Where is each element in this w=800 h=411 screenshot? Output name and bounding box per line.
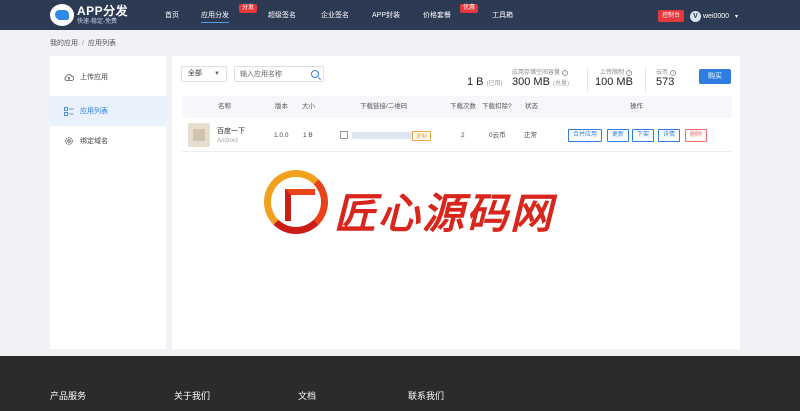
app-platform: Android — [217, 138, 238, 144]
storage-used: 1 B (已用) — [467, 76, 503, 88]
footer: 产品服务 关于我们 文档 联系我们 — [0, 356, 800, 411]
app-icon[interactable] — [188, 123, 210, 147]
gear-icon — [64, 136, 74, 146]
cloud-upload-icon — [64, 72, 74, 82]
footer-link-about[interactable]: 关于我们 — [174, 389, 210, 402]
app-name[interactable]: 百度一下 — [217, 127, 245, 136]
app-size: 1 B — [303, 132, 313, 139]
search-box — [234, 66, 324, 82]
chevron-down-icon: ▼ — [214, 71, 220, 77]
nav-super-sign[interactable]: 超级签名 — [268, 0, 296, 30]
status-badge: 正常 — [524, 132, 537, 139]
divider — [645, 68, 646, 92]
sidebar: 上传应用 应用列表 绑定域名 — [50, 56, 166, 349]
copy-button[interactable]: 复制 — [412, 131, 432, 141]
app-version: 1.0.0 — [274, 132, 289, 139]
nav-badge-distribution: 分发 — [239, 4, 258, 13]
upload-limit-value: 100 MB — [595, 76, 633, 88]
storage-label: 应用存储空间容量? — [512, 70, 569, 76]
logo[interactable]: APP分发 快速-稳定-免费 — [50, 3, 140, 27]
update-button[interactable]: 更新 — [607, 129, 630, 142]
sidebar-item-label: 应用列表 — [80, 108, 108, 115]
table-row: 百度一下 Android 1.0.0 1 B 复制 2 0云币 正常 合并应用 … — [182, 120, 732, 152]
storage-used-value: 1 B — [467, 76, 484, 88]
nav-home[interactable]: 首页 — [165, 0, 179, 30]
coins-value: 573 — [656, 76, 675, 88]
footer-link-contact[interactable]: 联系我们 — [408, 389, 444, 402]
upload-limit-label: 上传限制? — [600, 70, 633, 76]
top-navbar: APP分发 快速-稳定-免费 首页 应用分发 分发 超级签名 企业签名 APP封… — [0, 0, 800, 30]
nav-badge-pricing: 优惠 — [460, 4, 479, 13]
unpublish-button[interactable]: 下架 — [632, 129, 655, 142]
watermark-logo-icon — [264, 170, 328, 234]
nav-app-wrap[interactable]: APP封装 — [372, 0, 400, 30]
filter-select-value: 全部 — [188, 70, 202, 77]
storage-used-suffix: (已用) — [486, 81, 503, 87]
sidebar-item-app-list[interactable]: 应用列表 — [50, 96, 166, 126]
watermark-text: 匠心源码网 — [334, 189, 555, 238]
coins-label: 云币? — [656, 70, 677, 76]
column-header: 下载扣除? — [482, 103, 512, 110]
search-input[interactable] — [240, 68, 310, 80]
column-header: 下载链接/二维码 — [360, 103, 408, 110]
logo-tagline: 快速-稳定-免费 — [77, 19, 117, 25]
storage-total: 300 MB (总量) — [512, 76, 569, 88]
breadcrumb-root[interactable]: 我的应用 — [50, 40, 78, 47]
column-header: 大小 — [302, 103, 315, 110]
column-header: 操作 — [630, 103, 643, 110]
search-icon[interactable] — [311, 70, 319, 78]
breadcrumb: 我的应用 / 应用列表 — [50, 38, 116, 48]
nav-toolbox[interactable]: 工具箱 — [492, 0, 513, 30]
merge-app-button[interactable]: 合并应用 — [568, 129, 603, 142]
username[interactable]: wei0000 — [703, 10, 729, 23]
qr-code-icon[interactable] — [340, 131, 348, 139]
storage-total-value: 300 MB — [512, 76, 550, 88]
chevron-down-icon[interactable]: ▾ — [735, 11, 738, 24]
details-button[interactable]: 详情 — [658, 129, 681, 142]
watermark: 匠心源码网 — [264, 170, 552, 240]
download-deduction: 0云币 — [489, 132, 506, 139]
footer-link-products[interactable]: 产品服务 — [50, 389, 86, 402]
download-count: 2 — [461, 132, 465, 139]
storage-total-suffix: (总量) — [552, 81, 569, 87]
nav-enterprise-sign[interactable]: 企业签名 — [321, 0, 349, 30]
sidebar-item-label: 绑定域名 — [80, 138, 108, 145]
list-icon — [64, 106, 74, 116]
buy-button[interactable]: 购买 — [699, 69, 731, 84]
logo-title: APP分发 — [77, 4, 129, 18]
sidebar-item-bind-domain[interactable]: 绑定域名 — [50, 126, 166, 156]
nav-pricing[interactable]: 价格套餐 — [423, 0, 451, 30]
column-header: 状态 — [525, 103, 538, 110]
column-header: 下载次数 — [450, 103, 476, 110]
avatar[interactable]: V — [690, 11, 701, 22]
logo-icon — [50, 4, 74, 26]
column-header: 版本 — [275, 103, 288, 110]
download-link[interactable] — [352, 132, 412, 139]
footer-link-docs[interactable]: 文档 — [298, 389, 316, 402]
divider — [587, 68, 588, 92]
nav-app-distribution[interactable]: 应用分发 — [201, 0, 229, 30]
table-header: 名称 版本 大小 下载链接/二维码 下载次数 下载扣除? 状态 操作 — [182, 96, 732, 118]
filter-select[interactable]: 全部 ▼ — [181, 66, 227, 82]
delete-button[interactable]: 删除 — [685, 129, 708, 142]
column-header: 名称 — [218, 103, 231, 110]
breadcrumb-current: 应用列表 — [87, 40, 116, 47]
sidebar-item-upload[interactable]: 上传应用 — [50, 62, 166, 92]
sidebar-item-label: 上传应用 — [80, 74, 108, 81]
console-button[interactable]: 控制台 — [658, 10, 684, 22]
breadcrumb-separator: / — [82, 40, 84, 47]
